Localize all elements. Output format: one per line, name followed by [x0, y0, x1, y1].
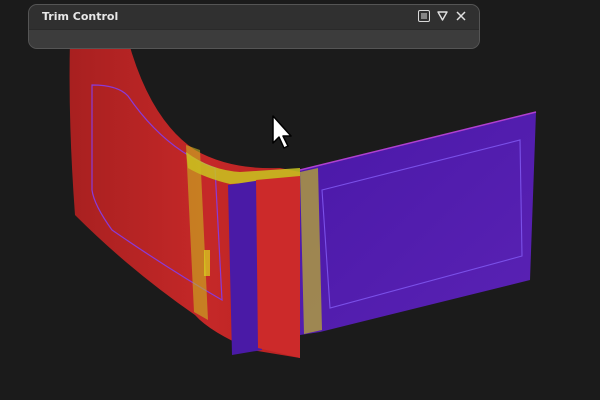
collapse-button[interactable]	[433, 7, 451, 25]
menu-icon	[418, 10, 430, 22]
red-front-flap	[256, 176, 300, 358]
close-icon	[456, 11, 466, 21]
3d-viewport[interactable]	[0, 0, 600, 400]
menu-button[interactable]	[415, 7, 433, 25]
panel-header[interactable]: Trim Control	[29, 5, 479, 29]
mouse-cursor-icon	[272, 115, 294, 155]
trim-control-panel: Trim Control	[28, 4, 480, 49]
yellow-speckle	[204, 250, 210, 276]
triangle-down-icon	[436, 11, 448, 21]
panel-title: Trim Control	[42, 10, 119, 23]
close-button[interactable]	[452, 7, 470, 25]
panel-body	[29, 29, 479, 48]
